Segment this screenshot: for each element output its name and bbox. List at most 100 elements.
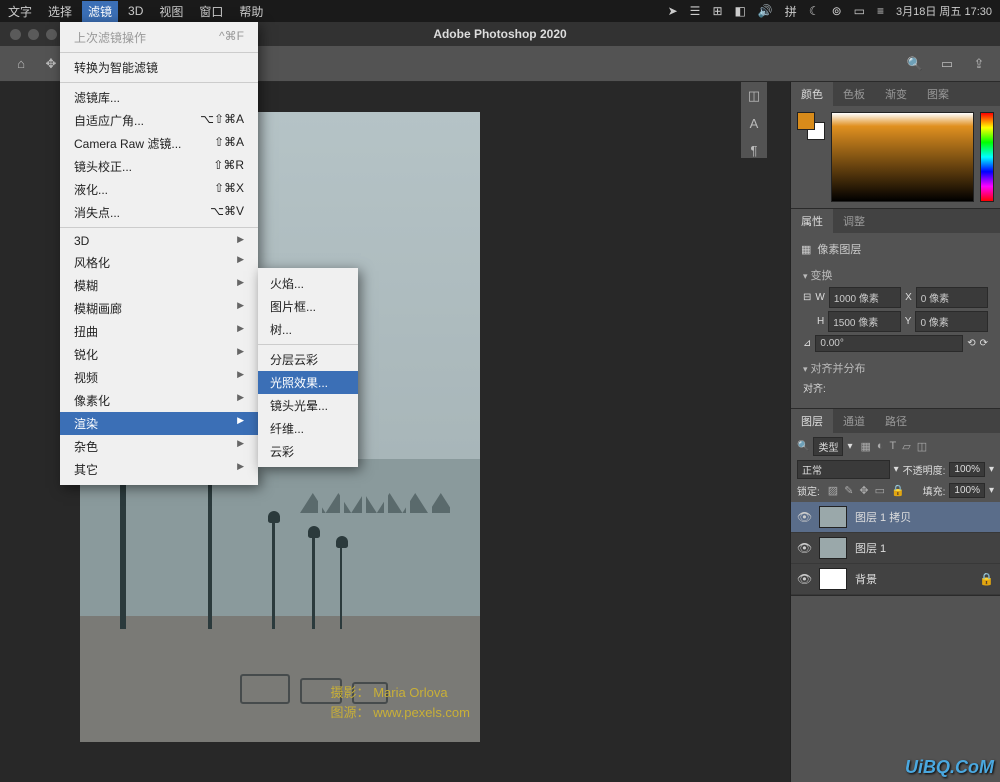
- tab-layers[interactable]: 图层: [791, 409, 833, 433]
- traffic-lights[interactable]: [10, 29, 57, 40]
- menu-lens-correction[interactable]: 镜头校正...⇧⌘R: [60, 155, 258, 178]
- opacity-field[interactable]: 100%: [949, 462, 985, 477]
- menu-3d[interactable]: 3D: [128, 4, 143, 18]
- menu-filter-gallery[interactable]: 滤镜库...: [60, 86, 258, 109]
- menu-group-blur-gallery[interactable]: 模糊画廊▶: [60, 297, 258, 320]
- home-icon[interactable]: ⌂: [10, 53, 32, 75]
- layer-thumbnail[interactable]: [819, 506, 847, 528]
- volume-icon[interactable]: 🔊: [758, 4, 773, 18]
- menu-group-distort[interactable]: 扭曲▶: [60, 320, 258, 343]
- submenu-picture-frame[interactable]: 图片框...: [258, 295, 358, 318]
- menu-window[interactable]: 窗口: [199, 3, 223, 20]
- submenu-tree[interactable]: 树...: [258, 318, 358, 341]
- height-field[interactable]: 1500 像素: [828, 311, 901, 332]
- search-icon[interactable]: 🔍: [904, 53, 926, 75]
- location-icon[interactable]: ➤: [668, 4, 678, 18]
- filter-shape-icon[interactable]: ▱: [902, 440, 910, 453]
- menu-filter[interactable]: 滤镜: [82, 1, 118, 22]
- menu-group-3d[interactable]: 3D▶: [60, 231, 258, 251]
- submenu-fibers[interactable]: 纤维...: [258, 417, 358, 440]
- filter-text-icon[interactable]: T: [890, 440, 897, 453]
- menubar-datetime[interactable]: 3月18日 周五 17:30: [896, 3, 992, 19]
- submenu-flame[interactable]: 火焰...: [258, 272, 358, 295]
- submenu-lighting-effects[interactable]: 光照效果...: [258, 371, 358, 394]
- flip-v-icon[interactable]: ⟳: [980, 338, 988, 349]
- menu-view[interactable]: 视图: [159, 3, 183, 20]
- battery-icon[interactable]: ▭: [854, 4, 865, 18]
- menu-group-blur[interactable]: 模糊▶: [60, 274, 258, 297]
- visibility-icon[interactable]: 👁: [797, 541, 811, 555]
- paragraph-icon[interactable]: ¶: [751, 143, 758, 158]
- lock-pixels-icon[interactable]: ▨: [828, 484, 838, 497]
- tab-swatches[interactable]: 色板: [833, 82, 875, 106]
- menu-help[interactable]: 帮助: [239, 3, 263, 20]
- filter-pixel-icon[interactable]: ▦: [860, 440, 870, 453]
- visibility-icon[interactable]: 👁: [797, 572, 811, 586]
- control-center-icon[interactable]: ≡: [877, 4, 884, 18]
- filter-adjust-icon[interactable]: ◐: [877, 440, 884, 453]
- share-icon[interactable]: ⇪: [968, 53, 990, 75]
- menu-group-noise[interactable]: 杂色▶: [60, 435, 258, 458]
- menu-group-other[interactable]: 其它▶: [60, 458, 258, 481]
- layer-item[interactable]: 👁 背景 🔒: [791, 564, 1000, 595]
- menu-group-video[interactable]: 视频▶: [60, 366, 258, 389]
- transform-section-label[interactable]: 变换: [811, 270, 833, 282]
- y-field[interactable]: 0 像素: [915, 311, 988, 332]
- grid-icon[interactable]: ⊞: [712, 4, 722, 18]
- menu-camera-raw[interactable]: Camera Raw 滤镜...⇧⌘A: [60, 132, 258, 155]
- submenu-lens-flare[interactable]: 镜头光晕...: [258, 394, 358, 417]
- fg-bg-swatch[interactable]: [797, 112, 825, 140]
- tab-gradients[interactable]: 渐变: [875, 82, 917, 106]
- wechat-icon[interactable]: ☰: [690, 4, 701, 18]
- menu-adaptive-wide[interactable]: 自适应广角...⌥⇧⌘A: [60, 109, 258, 132]
- tab-patterns[interactable]: 图案: [917, 82, 959, 106]
- flip-h-icon[interactable]: ⟲: [967, 338, 975, 349]
- blend-mode-select[interactable]: 正常: [797, 460, 890, 479]
- angle-field[interactable]: 0.00°: [815, 335, 963, 352]
- layer-name[interactable]: 背景: [855, 571, 877, 587]
- submenu-difference-clouds[interactable]: 分层云彩: [258, 348, 358, 371]
- wifi-icon[interactable]: ⊚: [832, 4, 842, 18]
- menu-group-render[interactable]: 渲染▶: [60, 412, 258, 435]
- character-icon[interactable]: A: [750, 116, 759, 131]
- move-tool-icon[interactable]: ✥: [40, 53, 62, 75]
- layer-item[interactable]: 👁 图层 1 拷贝: [791, 502, 1000, 533]
- tab-adjustments[interactable]: 调整: [833, 209, 875, 233]
- tab-paths[interactable]: 路径: [875, 409, 917, 433]
- filter-smart-icon[interactable]: ◫: [917, 440, 927, 453]
- link-icon[interactable]: ⊟: [803, 292, 811, 303]
- moon-icon[interactable]: ☾: [809, 4, 820, 18]
- layer-thumbnail[interactable]: [819, 537, 847, 559]
- input-method[interactable]: 拼: [785, 3, 797, 20]
- menu-vanishing[interactable]: 消失点...⌥⌘V: [60, 201, 258, 224]
- submenu-clouds[interactable]: 云彩: [258, 440, 358, 463]
- menu-text[interactable]: 文字: [8, 3, 32, 20]
- menu-group-pixelate[interactable]: 像素化▶: [60, 389, 258, 412]
- color-field[interactable]: [831, 112, 974, 202]
- layer-thumbnail[interactable]: [819, 568, 847, 590]
- width-field[interactable]: 1000 像素: [829, 287, 901, 308]
- lock-all-icon[interactable]: 🔒: [891, 484, 905, 497]
- lock-brush-icon[interactable]: ✎: [844, 484, 853, 497]
- menu-group-sharpen[interactable]: 锐化▶: [60, 343, 258, 366]
- menu-convert-smart[interactable]: 转换为智能滤镜: [60, 56, 258, 79]
- menu-group-stylize[interactable]: 风格化▶: [60, 251, 258, 274]
- layer-item[interactable]: 👁 图层 1: [791, 533, 1000, 564]
- menu-select[interactable]: 选择: [48, 3, 72, 20]
- tab-channels[interactable]: 通道: [833, 409, 875, 433]
- menu-liquify[interactable]: 液化...⇧⌘X: [60, 178, 258, 201]
- align-section-label[interactable]: 对齐并分布: [811, 363, 866, 375]
- layer-name[interactable]: 图层 1: [855, 540, 886, 556]
- fill-field[interactable]: 100%: [949, 483, 985, 498]
- visibility-icon[interactable]: 👁: [797, 510, 811, 524]
- x-field[interactable]: 0 像素: [916, 287, 988, 308]
- layer-name[interactable]: 图层 1 拷贝: [855, 509, 911, 525]
- hue-slider[interactable]: [980, 112, 994, 202]
- lock-artboard-icon[interactable]: ▭: [875, 484, 885, 497]
- lock-move-icon[interactable]: ✥: [859, 484, 868, 497]
- tab-color[interactable]: 颜色: [791, 82, 833, 106]
- layer-filter-type[interactable]: 类型: [813, 437, 843, 456]
- workspace-icon[interactable]: ▭: [936, 53, 958, 75]
- tab-properties[interactable]: 属性: [791, 209, 833, 233]
- notification-icon[interactable]: ◧: [735, 4, 746, 18]
